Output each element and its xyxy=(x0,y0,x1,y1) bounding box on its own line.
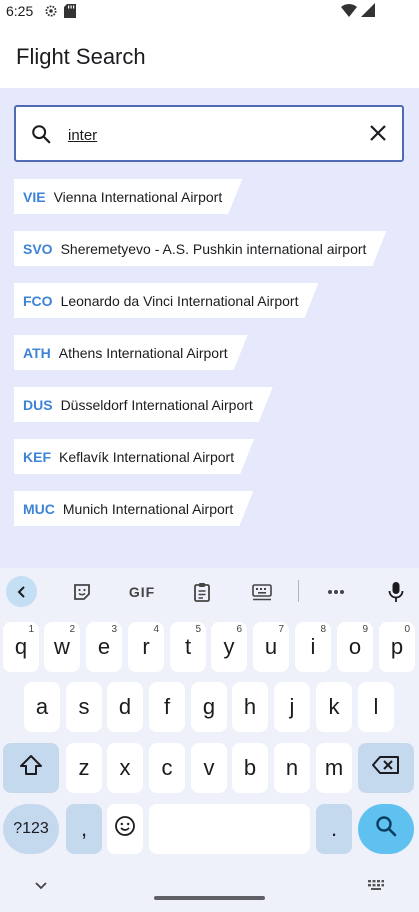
key-x[interactable]: x xyxy=(107,743,143,793)
airport-name: Leonardo da Vinci International Airport xyxy=(60,292,299,309)
key-u[interactable]: u7 xyxy=(253,622,289,672)
search-action-key[interactable] xyxy=(358,804,414,854)
key-t[interactable]: t5 xyxy=(170,622,206,672)
key-q[interactable]: q1 xyxy=(3,622,39,672)
period-key[interactable]: . xyxy=(316,804,352,854)
shift-key[interactable] xyxy=(3,743,59,793)
airport-name: Munich International Airport xyxy=(62,500,234,517)
key-n[interactable]: n xyxy=(274,743,310,793)
space-bar[interactable] xyxy=(149,804,310,854)
key-o[interactable]: o9 xyxy=(337,622,373,672)
airport-code: DUS xyxy=(23,396,53,413)
comma-key[interactable]: , xyxy=(66,804,102,854)
key-g[interactable]: g xyxy=(191,682,227,732)
backspace-icon xyxy=(372,755,400,781)
result-item[interactable]: VIE Vienna International Airport xyxy=(14,179,242,214)
keyboard-layout-icon[interactable] xyxy=(248,578,276,606)
key-s[interactable]: s xyxy=(66,682,102,732)
search-icon xyxy=(374,814,398,844)
search-input[interactable] xyxy=(68,124,358,146)
more-icon[interactable] xyxy=(322,578,350,606)
settings-icon xyxy=(44,4,58,23)
key-i[interactable]: i8 xyxy=(295,622,331,672)
search-icon xyxy=(30,123,52,150)
airport-name: Keflavík International Airport xyxy=(59,448,235,465)
airport-name: Sheremetyevo - A.S. Pushkin internationa… xyxy=(60,240,367,257)
key-r[interactable]: r4 xyxy=(128,622,164,672)
backspace-key[interactable] xyxy=(358,743,414,793)
key-d[interactable]: d xyxy=(107,682,143,732)
navigation-bar xyxy=(0,864,419,912)
airport-code: VIE xyxy=(23,188,46,205)
microphone-icon[interactable] xyxy=(382,578,410,606)
chevron-down-icon[interactable] xyxy=(34,878,48,896)
airport-code: FCO xyxy=(23,292,53,309)
key-e[interactable]: e3 xyxy=(86,622,122,672)
result-item[interactable]: SVO Sheremetyevo - A.S. Pushkin internat… xyxy=(14,231,386,266)
status-bar: 6:25 xyxy=(0,0,419,24)
emoji-icon xyxy=(114,815,136,843)
status-time: 6:25 xyxy=(6,3,34,19)
key-j[interactable]: j xyxy=(274,682,310,732)
key-a[interactable]: a xyxy=(24,682,60,732)
emoji-key[interactable] xyxy=(107,804,143,854)
key-b[interactable]: b xyxy=(232,743,268,793)
result-item[interactable]: KEF Keflavík International Airport xyxy=(14,439,254,474)
symbols-key[interactable]: ?123 xyxy=(3,804,59,854)
keyboard-switch-icon[interactable] xyxy=(367,878,385,896)
key-z[interactable]: z xyxy=(66,743,102,793)
key-p[interactable]: p0 xyxy=(379,622,415,672)
shift-icon xyxy=(19,754,43,782)
key-w[interactable]: w2 xyxy=(44,622,80,672)
close-icon[interactable] xyxy=(368,123,388,148)
result-item[interactable]: DUS Düsseldorf International Airport xyxy=(14,387,273,422)
result-item[interactable]: MUC Munich International Airport xyxy=(14,491,253,526)
search-field[interactable] xyxy=(14,105,404,162)
key-f[interactable]: f xyxy=(149,682,185,732)
wifi-icon xyxy=(341,3,357,22)
key-m[interactable]: m xyxy=(316,743,352,793)
result-item[interactable]: ATH Athens International Airport xyxy=(14,335,248,370)
sd-card-icon xyxy=(64,4,76,23)
airport-name: Düsseldorf International Airport xyxy=(60,396,253,413)
gif-button[interactable]: GIF xyxy=(126,578,158,606)
key-l[interactable]: l xyxy=(358,682,394,732)
airport-code: KEF xyxy=(23,448,51,465)
airport-code: SVO xyxy=(23,240,53,257)
clipboard-icon[interactable] xyxy=(188,578,216,606)
key-y[interactable]: y6 xyxy=(211,622,247,672)
key-h[interactable]: h xyxy=(232,682,268,732)
chevron-left-icon[interactable] xyxy=(6,576,37,607)
airport-code: ATH xyxy=(23,344,51,361)
result-item[interactable]: FCO Leonardo da Vinci International Airp… xyxy=(14,283,318,318)
airport-code: MUC xyxy=(23,500,55,517)
key-v[interactable]: v xyxy=(191,743,227,793)
signal-icon xyxy=(361,3,375,22)
page-title: Flight Search xyxy=(16,44,146,69)
soft-keyboard: GIF q1 w2 e3 r4 t5 y6 u7 i8 o9 p0 a s d … xyxy=(0,568,419,912)
toolbar-divider xyxy=(298,580,299,602)
key-k[interactable]: k xyxy=(316,682,352,732)
airport-name: Vienna International Airport xyxy=(53,188,223,205)
sticker-icon[interactable] xyxy=(68,578,96,606)
airport-name: Athens International Airport xyxy=(58,344,228,361)
key-c[interactable]: c xyxy=(149,743,185,793)
home-handle[interactable] xyxy=(154,896,265,900)
app-bar: Flight Search xyxy=(0,24,419,88)
keyboard-toolbar: GIF xyxy=(0,568,419,616)
